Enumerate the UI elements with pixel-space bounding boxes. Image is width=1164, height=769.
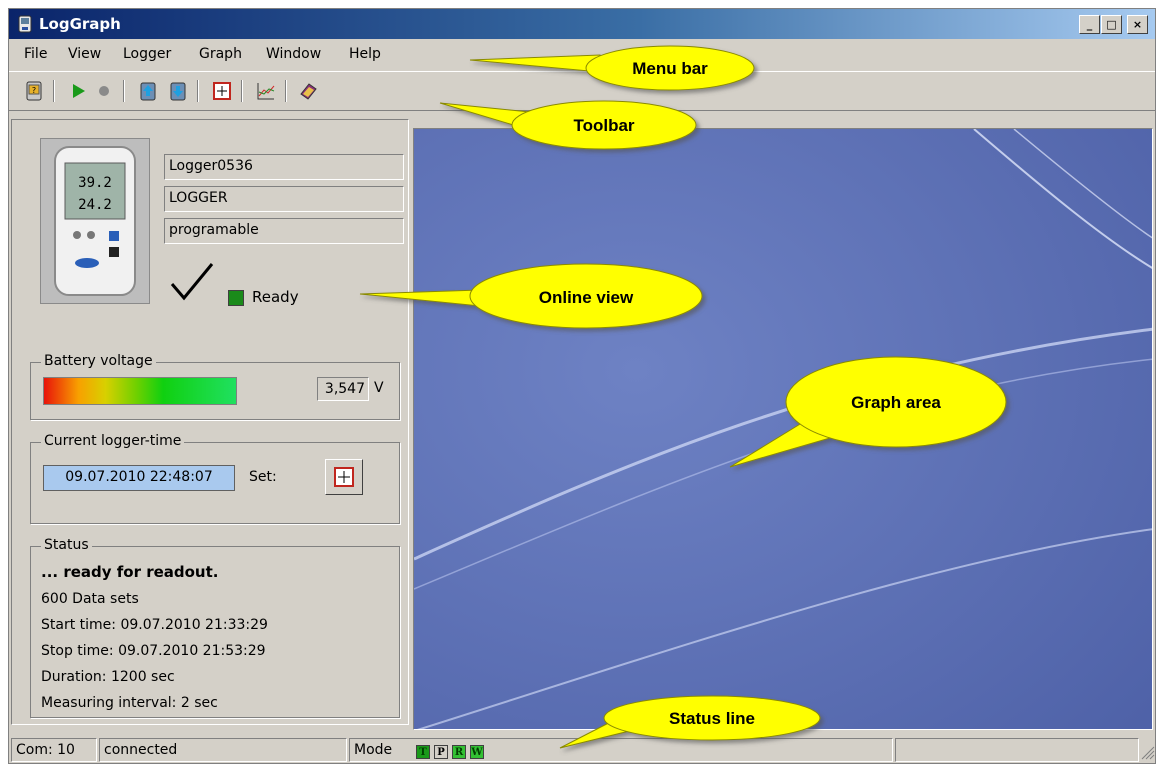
callout-overlay: Menu bar Toolbar Online view Graph area … [359, 45, 1007, 749]
callout-graph-area [729, 356, 1007, 468]
callout-online-view [359, 263, 703, 329]
callout-toolbar-label: Toolbar [573, 116, 634, 135]
callout-menu-bar-label: Menu bar [632, 59, 708, 78]
callout-status-line-label: Status line [669, 709, 755, 728]
callout-graph-area-label: Graph area [851, 393, 941, 412]
callout-toolbar [439, 100, 697, 150]
callout-menu-bar [469, 45, 755, 91]
callout-online-view-label: Online view [539, 288, 634, 307]
